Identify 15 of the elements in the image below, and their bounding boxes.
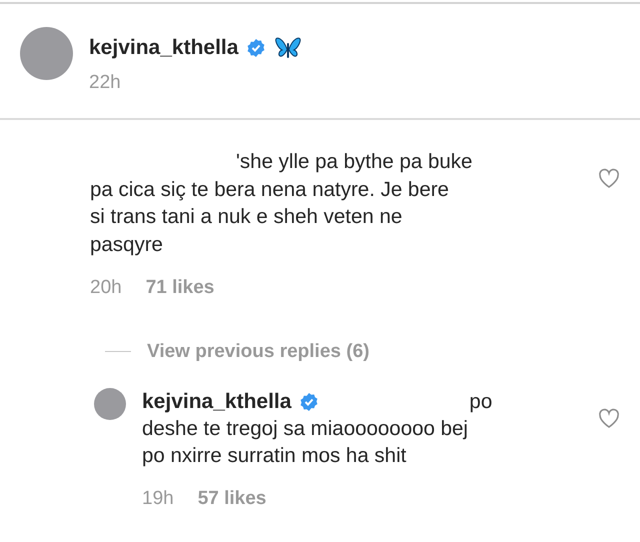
reply-text: deshe te tregoj sa miaoooooooo bej po nxirre surratin mos ha shit <box>142 416 469 469</box>
heart-icon[interactable] <box>598 408 620 430</box>
reply-text: po <box>469 389 492 415</box>
avatar-placeholder <box>94 388 126 420</box>
comment-time: 20h <box>90 276 122 300</box>
reply-time: 19h <box>142 487 174 511</box>
likes-count[interactable]: 57 likes <box>198 485 266 514</box>
likes-count[interactable]: 71 likes <box>146 274 214 302</box>
username[interactable]: kejvina_kthella <box>89 35 238 61</box>
butterfly-icon <box>274 35 302 61</box>
post-time: 22h <box>89 71 122 95</box>
username[interactable]: kejvina_kthella <box>142 388 292 414</box>
comment-text: 'she ylle pa bythe pa buke pa cica siç te bera nena natyre. Je bere si trans tani a nuk e sheh veten ne pasqyre <box>90 149 474 258</box>
view-replies-link[interactable]: View previous replies (6) <box>147 338 370 366</box>
heart-icon[interactable] <box>598 168 620 190</box>
